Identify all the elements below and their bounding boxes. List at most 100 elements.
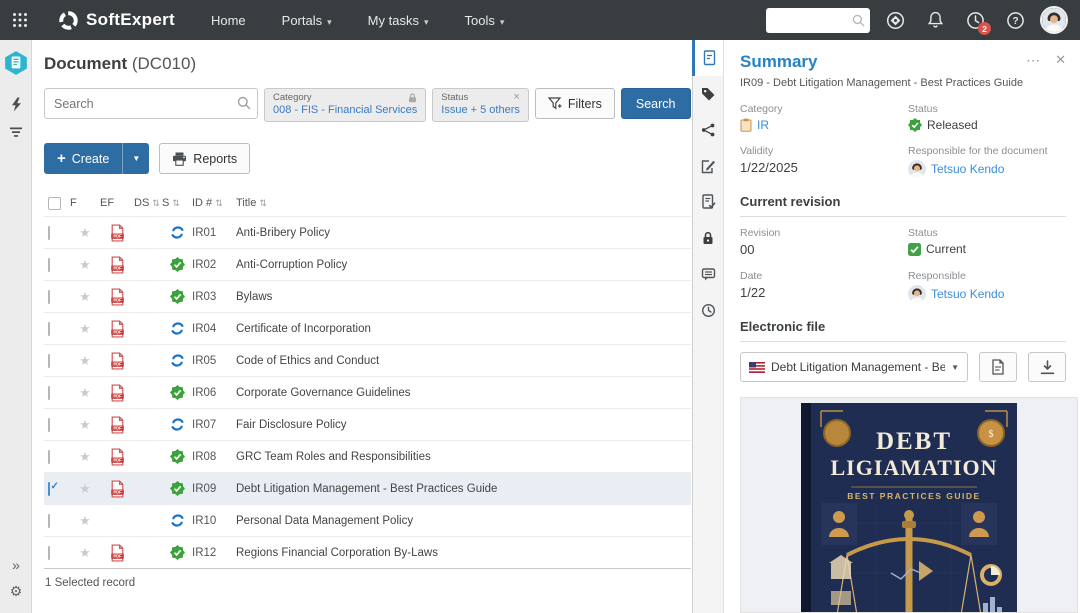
remove-chip-icon[interactable]: × bbox=[513, 93, 519, 102]
user-avatar[interactable] bbox=[1040, 6, 1068, 34]
pdf-file-cell[interactable]: PDF bbox=[100, 480, 134, 498]
favorite-star-icon[interactable]: ★ bbox=[70, 449, 100, 465]
favorite-star-icon[interactable]: ★ bbox=[70, 513, 100, 529]
pdf-file-cell[interactable]: PDF bbox=[100, 448, 134, 466]
row-checkbox[interactable] bbox=[48, 322, 50, 336]
create-button[interactable]: + Create bbox=[44, 143, 122, 174]
favorite-star-icon[interactable]: ★ bbox=[70, 545, 100, 561]
row-checkbox[interactable] bbox=[48, 258, 50, 272]
create-dropdown-button[interactable]: ▼ bbox=[122, 143, 149, 174]
table-row[interactable]: ★ PDF IR04 Certificate of Incorporation bbox=[44, 312, 691, 344]
tab-tags[interactable] bbox=[693, 76, 723, 112]
favorite-star-icon[interactable]: ★ bbox=[70, 225, 100, 241]
pdf-file-cell[interactable]: PDF bbox=[100, 320, 134, 338]
tab-edit-document[interactable] bbox=[693, 148, 723, 184]
settings-gear-icon[interactable]: ⚙ bbox=[0, 578, 32, 605]
svg-text:$: $ bbox=[989, 429, 994, 440]
pdf-file-cell[interactable]: PDF bbox=[100, 512, 134, 530]
help-icon[interactable]: ? bbox=[1000, 5, 1030, 35]
row-checkbox[interactable] bbox=[48, 514, 50, 528]
download-button[interactable] bbox=[1028, 352, 1066, 382]
tab-comments[interactable] bbox=[693, 256, 723, 292]
category-link[interactable]: IR bbox=[757, 118, 769, 132]
sidebar-item-quick-actions[interactable] bbox=[0, 90, 32, 118]
favorite-star-icon[interactable]: ★ bbox=[70, 481, 100, 497]
filter-chip-status[interactable]: Status × Issue + 5 others bbox=[432, 88, 529, 122]
column-header-id[interactable]: ID #⇅ bbox=[192, 197, 236, 209]
sort-icon[interactable]: ⇅ bbox=[215, 198, 223, 209]
pdf-file-cell[interactable]: PDF bbox=[100, 544, 134, 562]
sidebar-item-document-app[interactable] bbox=[3, 50, 29, 76]
tab-approval[interactable] bbox=[693, 184, 723, 220]
selection-count: 1 Selected record bbox=[44, 568, 691, 589]
table-row[interactable]: ★ PDF IR06 Corporate Governance Guidelin… bbox=[44, 376, 691, 408]
menu-tools[interactable]: Tools▾ bbox=[450, 7, 518, 34]
workspace-icon[interactable] bbox=[880, 5, 910, 35]
column-header-ds[interactable]: DS⇅ bbox=[134, 197, 162, 209]
pending-tasks-icon[interactable]: 2 bbox=[960, 5, 990, 35]
row-checkbox[interactable] bbox=[48, 546, 50, 560]
favorite-star-icon[interactable]: ★ bbox=[70, 385, 100, 401]
column-header-title[interactable]: Title⇅ bbox=[236, 197, 691, 209]
row-checkbox[interactable] bbox=[48, 290, 50, 304]
pdf-file-cell[interactable]: PDF bbox=[100, 224, 134, 242]
softexpert-logo[interactable]: SoftExpert bbox=[58, 10, 175, 31]
row-checkbox[interactable] bbox=[48, 226, 50, 240]
notifications-bell-icon[interactable] bbox=[920, 5, 950, 35]
table-row[interactable]: ★ PDF IR05 Code of Ethics and Conduct bbox=[44, 344, 691, 376]
favorite-star-icon[interactable]: ★ bbox=[70, 321, 100, 337]
sort-icon[interactable]: ⇅ bbox=[172, 198, 180, 209]
favorite-star-icon[interactable]: ★ bbox=[70, 289, 100, 305]
table-row[interactable]: ★ PDF IR09 Debt Litigation Management - … bbox=[44, 472, 691, 504]
search-button[interactable]: Search bbox=[621, 88, 691, 119]
filter-chip-category[interactable]: Category 008 - FIS - Financial Services bbox=[264, 88, 426, 122]
menu-my-tasks[interactable]: My tasks▾ bbox=[354, 7, 443, 34]
pdf-file-cell[interactable]: PDF bbox=[100, 352, 134, 370]
app-grid-icon[interactable] bbox=[0, 0, 40, 40]
panel-menu-icon[interactable]: ⋯ bbox=[1026, 52, 1041, 69]
responsible-link[interactable]: Tetsuo Kendo bbox=[931, 162, 1004, 176]
select-all-checkbox[interactable] bbox=[48, 197, 61, 210]
favorite-star-icon[interactable]: ★ bbox=[70, 417, 100, 433]
file-preview-area[interactable]: $ DEBT LIGIAMATION BEST PRACTICES GUIDE bbox=[740, 397, 1078, 613]
file-select-dropdown[interactable]: Debt Litigation Management - Best Pr. ▼ bbox=[740, 352, 968, 382]
filters-button[interactable]: Filters bbox=[535, 88, 615, 119]
favorite-star-icon[interactable]: ★ bbox=[70, 257, 100, 273]
responsible-link[interactable]: Tetsuo Kendo bbox=[931, 287, 1004, 301]
tab-relationships[interactable] bbox=[693, 112, 723, 148]
column-header-s[interactable]: S⇅ bbox=[162, 197, 192, 209]
expand-sidebar-button[interactable]: » bbox=[0, 552, 32, 578]
menu-portals[interactable]: Portals▾ bbox=[268, 7, 346, 34]
panel-close-icon[interactable]: ✕ bbox=[1055, 52, 1066, 69]
tab-history[interactable] bbox=[693, 292, 723, 328]
view-file-button[interactable] bbox=[979, 352, 1017, 382]
row-checkbox[interactable] bbox=[48, 418, 50, 432]
pdf-file-cell[interactable]: PDF bbox=[100, 416, 134, 434]
tab-summary[interactable] bbox=[692, 40, 723, 76]
menu-home[interactable]: Home bbox=[197, 7, 260, 34]
sidebar-item-filters[interactable] bbox=[0, 118, 32, 146]
table-row[interactable]: ★ PDF IR12 Regions Financial Corporation… bbox=[44, 536, 691, 568]
table-row[interactable]: ★ PDF IR10 Personal Data Management Poli… bbox=[44, 504, 691, 536]
table-row[interactable]: ★ PDF IR02 Anti-Corruption Policy bbox=[44, 248, 691, 280]
tab-security[interactable] bbox=[693, 220, 723, 256]
row-checkbox[interactable] bbox=[48, 450, 50, 464]
table-row[interactable]: ★ PDF IR03 Bylaws bbox=[44, 280, 691, 312]
sort-icon[interactable]: ⇅ bbox=[152, 198, 160, 209]
sort-icon[interactable]: ⇅ bbox=[259, 198, 267, 209]
pdf-file-cell[interactable]: PDF bbox=[100, 288, 134, 306]
field-responsible-document: Responsible for the document Tetsuo Kend… bbox=[908, 145, 1066, 178]
row-checkbox[interactable] bbox=[48, 482, 50, 496]
svg-text:PDF: PDF bbox=[113, 265, 122, 270]
reports-button[interactable]: Reports bbox=[159, 143, 250, 174]
favorite-star-icon[interactable]: ★ bbox=[70, 353, 100, 369]
table-row[interactable]: ★ PDF IR07 Fair Disclosure Policy bbox=[44, 408, 691, 440]
pdf-file-cell[interactable]: PDF bbox=[100, 256, 134, 274]
pdf-file-cell[interactable]: PDF bbox=[100, 384, 134, 402]
status-revision-icon bbox=[170, 353, 185, 368]
row-checkbox[interactable] bbox=[48, 354, 50, 368]
row-checkbox[interactable] bbox=[48, 386, 50, 400]
table-row[interactable]: ★ PDF IR08 GRC Team Roles and Responsibi… bbox=[44, 440, 691, 472]
table-row[interactable]: ★ PDF IR01 Anti-Bribery Policy bbox=[44, 216, 691, 248]
table-search-input[interactable] bbox=[44, 88, 258, 119]
